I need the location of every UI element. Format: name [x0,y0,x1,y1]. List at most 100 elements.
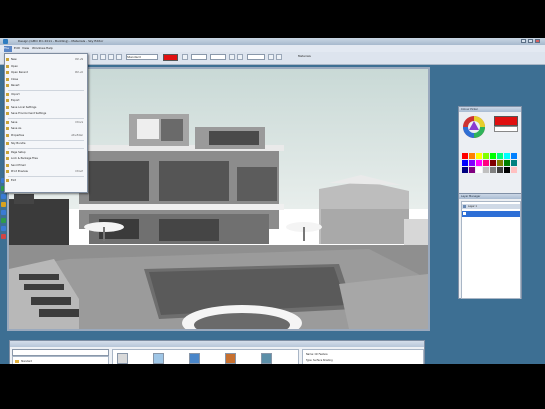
palette-swatch[interactable] [490,167,496,173]
select-tool-button[interactable] [92,54,98,60]
palette-swatch[interactable] [476,160,482,166]
palette-swatch[interactable] [483,167,489,173]
menu-item-label: Page Setup [11,150,26,154]
file-menu-item[interactable]: New Ctrl+N [5,57,87,63]
color-value-field[interactable] [494,126,518,132]
zoom-in-button[interactable] [229,54,235,60]
layer-row-selected[interactable] [462,211,520,217]
palette-swatch[interactable] [504,153,510,159]
menu-help[interactable]: Help [46,46,53,50]
file-menu-item[interactable]: Save Local Settings [5,105,87,111]
palette-swatch[interactable] [511,160,517,166]
zoom-out-button[interactable] [237,54,243,60]
menu-item-icon [6,71,9,74]
palette-swatch[interactable] [504,160,510,166]
layer-row[interactable]: Layer 1 [462,204,520,209]
layer-visibility-icon[interactable] [463,205,466,208]
file-menu-item[interactable]: Open Recent Ctrl+O [5,70,87,76]
palette-swatch[interactable] [497,160,503,166]
palette-swatch[interactable] [490,153,496,159]
material-properties: Name: Oil Feature Type: Surface Shading [302,349,424,364]
maximize-button[interactable] [528,39,533,43]
file-menu-item[interactable]: Revert [5,83,87,89]
material-property: Type: Surface Shading [306,359,333,362]
size-combo[interactable] [191,54,207,60]
fill-tool-button[interactable] [108,54,114,60]
palette-swatch[interactable] [469,160,475,166]
palette-swatch[interactable] [483,153,489,159]
menu-view[interactable]: View [22,46,29,50]
palette-swatch[interactable] [511,153,517,159]
file-menu-item[interactable]: Save Ctrl+S [5,120,87,126]
material-thumbnail[interactable] [189,353,200,364]
menu-item-icon [6,150,9,154]
material-thumbnail[interactable] [261,353,272,364]
menu-item-shortcut: Ctrl+P [75,170,83,173]
file-menu-item[interactable]: Close [5,77,87,83]
material-thumbnails: Wall-GreyGlassTile-BlueWood-01WaterMetal… [112,349,299,364]
current-color-swatch[interactable] [163,54,178,61]
palette-swatch[interactable] [476,167,482,173]
palette-swatch[interactable] [462,160,468,166]
grid-button[interactable] [268,54,274,60]
file-menu-item[interactable]: Exit [5,178,87,184]
palette-swatch[interactable] [469,167,475,173]
app-window: Design (GMO Pro 2011 - Building) - Mater… [0,38,545,364]
file-menu-item[interactable]: Export [5,98,87,104]
minimize-button[interactable] [521,39,526,43]
material-thumbnail[interactable] [117,353,128,364]
material-path-combo[interactable] [12,349,109,356]
tool-icon-8[interactable] [1,234,6,239]
file-menu-item[interactable]: Sky Bundle [5,141,87,147]
paint-tool-button[interactable] [100,54,106,60]
palette-swatch[interactable] [511,167,517,173]
tool-icon-5[interactable] [1,210,6,215]
palette-swatch[interactable] [476,153,482,159]
primary-color-preview[interactable] [494,116,518,126]
file-menu-item[interactable]: Save Environment Settings [5,111,87,117]
palette-swatch[interactable] [483,160,489,166]
layer-lock-icon[interactable] [463,212,466,215]
close-button[interactable] [535,39,540,43]
style-combo[interactable]: Standard [126,54,158,60]
color-palette-grid[interactable] [462,153,518,183]
window-title: Design (GMO Pro 2011 - Building) - Mater… [18,39,104,43]
menu-item-label: Properties [11,133,25,137]
file-menu-item[interactable]: Send Email [5,163,87,169]
file-menu-item[interactable]: Import [5,92,87,98]
palette-swatch[interactable] [497,153,503,159]
left-tool-strip [0,178,7,328]
palette-swatch[interactable] [469,153,475,159]
menu-item-icon [6,178,9,182]
zoom-combo[interactable] [247,54,265,60]
eyedropper-tool-button[interactable] [116,54,122,60]
menu-item-label: New [11,58,17,61]
palette-swatch[interactable] [504,167,510,173]
palette-swatch[interactable] [462,167,468,173]
palette-swatch[interactable] [497,167,503,173]
palette-swatch[interactable] [462,153,468,159]
tool-icon-4[interactable] [1,202,6,207]
color-wheel-icon[interactable] [462,115,486,139]
file-menu-item[interactable]: Open [5,64,87,70]
opacity-combo[interactable] [210,54,226,60]
material-thumbnail[interactable] [153,353,164,364]
tool-icon-6[interactable] [1,218,6,223]
file-menu-dropdown: New Ctrl+N Open Open Recent Ctrl+O Close Rever… [4,53,88,193]
tool-icon-3[interactable] [1,194,6,199]
file-menu-item[interactable]: Properties Alt+Enter [5,133,87,139]
tool-icon-7[interactable] [1,226,6,231]
menu-item-label: Save Environment Settings [11,112,47,115]
menu-windows[interactable]: Windows [32,46,45,50]
menu-item-icon [6,157,9,160]
folder-item[interactable]: Standard [15,359,100,364]
file-menu-item[interactable]: Save As [5,126,87,132]
file-menu-item[interactable]: Print Preview Ctrl+P [5,169,87,175]
settings-button[interactable] [276,54,282,60]
material-thumbnail[interactable] [225,353,236,364]
file-menu-item[interactable]: Lock & Package Files [5,156,87,162]
palette-swatch[interactable] [490,160,496,166]
file-menu-item[interactable]: Page Setup [5,150,87,156]
brush-tool-button[interactable] [182,54,188,60]
menu-edit[interactable]: Edit [14,46,20,50]
